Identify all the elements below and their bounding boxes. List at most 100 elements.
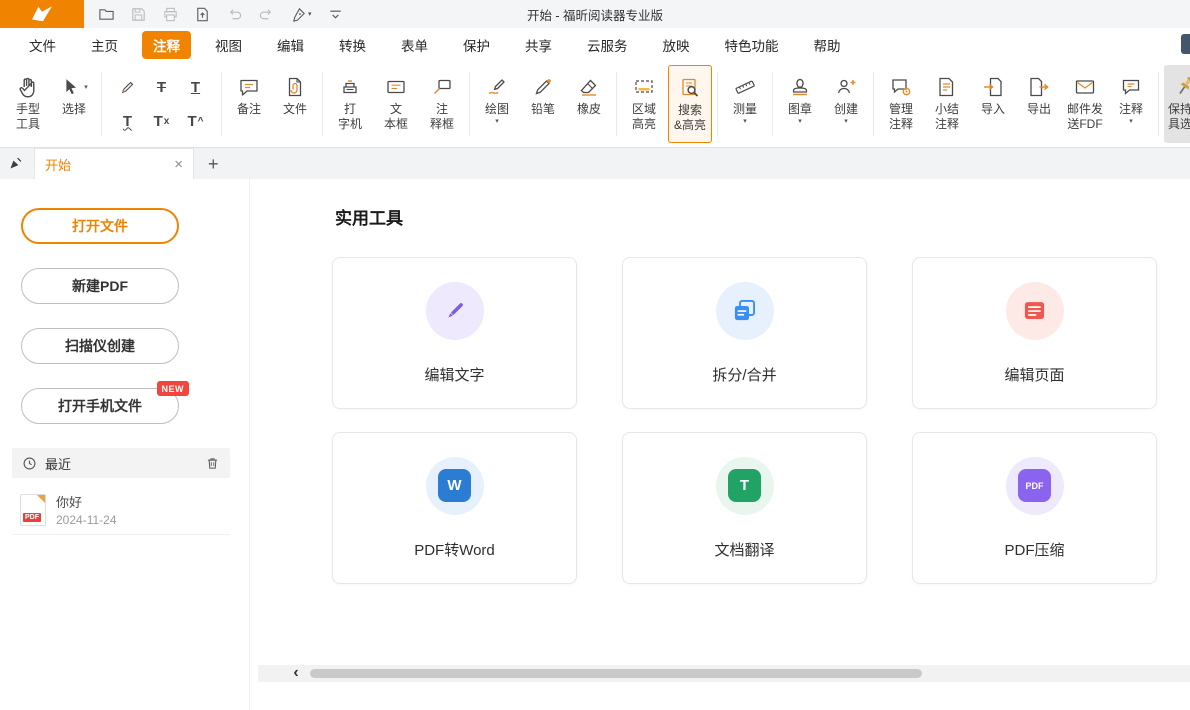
note-button[interactable]: 备注 <box>227 65 271 143</box>
scrollbar-thumb[interactable] <box>310 669 922 678</box>
recent-file-name: 你好 <box>56 492 117 511</box>
import-comments-button[interactable]: 导入 <box>971 65 1015 143</box>
recent-file-item[interactable]: PDF 你好 2024-11-24 <box>12 485 230 535</box>
highlight-tool-icon[interactable] <box>112 72 143 103</box>
hand-tool-button[interactable]: 手型 工具 <box>6 65 50 143</box>
caret-down-icon: ▾ <box>798 117 802 126</box>
typewriter-button[interactable]: 打 字机 <box>328 65 372 143</box>
text-markup-tools: T T T Tx T^ <box>112 72 211 137</box>
word-icon: W <box>426 457 484 515</box>
edit-text-pencil-icon <box>426 282 484 340</box>
select-tool-button[interactable]: ▾ 选择 <box>52 65 96 143</box>
card-edit-text[interactable]: 编辑文字 <box>332 257 577 409</box>
menu-tab-view[interactable]: 视图 <box>204 31 253 59</box>
textbox-button[interactable]: 文 本框 <box>374 65 418 143</box>
section-title: 实用工具 <box>335 204 403 229</box>
strikeout-tool-icon[interactable]: T <box>146 72 177 103</box>
export-comments-button[interactable]: 导出 <box>1017 65 1061 143</box>
menu-tab-help[interactable]: 帮助 <box>803 31 852 59</box>
new-badge: NEW <box>157 381 190 396</box>
create-person-icon <box>834 72 858 102</box>
measure-button[interactable]: 测量 ▾ <box>723 65 767 143</box>
email-fdf-button[interactable]: 邮件发 送FDF <box>1063 65 1107 143</box>
menu-tab-cloud[interactable]: 云服务 <box>576 31 639 59</box>
drawing-button[interactable]: 绘图 ▾ <box>475 65 519 143</box>
search-highlight-button[interactable]: 搜索 &高亮 <box>668 65 712 143</box>
menu-tab-features[interactable]: 特色功能 <box>714 31 790 59</box>
drawing-icon <box>485 72 509 102</box>
keep-tool-selected-button[interactable]: 保持工 具选择 <box>1164 65 1190 143</box>
foxit-logo[interactable] <box>0 0 84 28</box>
save-icon[interactable] <box>130 6 147 23</box>
trash-icon[interactable] <box>205 456 220 471</box>
menu-tab-file[interactable]: 文件 <box>18 31 67 59</box>
open-file-button[interactable]: 打开文件 <box>21 208 179 244</box>
close-tab-icon[interactable]: × <box>174 157 183 172</box>
card-split-merge[interactable]: 拆分/合并 <box>622 257 867 409</box>
new-tab-button[interactable]: + <box>208 155 219 173</box>
tab-start[interactable]: 开始 × <box>34 148 194 179</box>
menu-tab-edit[interactable]: 编辑 <box>266 31 315 59</box>
menu-tab-home[interactable]: 主页 <box>80 31 129 59</box>
ribbon-separator <box>101 72 102 136</box>
main-content: 实用工具 编辑文字 拆分/合并 编辑页面 <box>250 179 1190 710</box>
menu-tab-convert[interactable]: 转换 <box>328 31 377 59</box>
open-folder-icon[interactable] <box>98 6 115 23</box>
menu-tab-comment[interactable]: 注释 <box>142 31 191 59</box>
undo-icon[interactable] <box>226 6 243 23</box>
card-compress[interactable]: PDF PDF压缩 <box>912 432 1157 584</box>
eraser-button[interactable]: 橡皮 <box>567 65 611 143</box>
callout-button[interactable]: 注 释框 <box>420 65 464 143</box>
app-window: 开始 - 福昕阅读器专业版 ▾ <box>0 0 1190 710</box>
pencil-button[interactable]: 铅笔 <box>521 65 565 143</box>
ribbon-separator <box>322 72 323 136</box>
compress-pdf-icon: PDF <box>1006 457 1064 515</box>
split-merge-icon <box>716 282 774 340</box>
card-translate[interactable]: T 文档翻译 <box>622 432 867 584</box>
squiggly-tool-icon[interactable]: T <box>112 106 143 137</box>
card-pdf-to-word[interactable]: W PDF转Word <box>332 432 577 584</box>
file-attachment-button[interactable]: 文件 <box>273 65 317 143</box>
pdf-tag: PDF <box>23 513 41 522</box>
caret-down-icon: ▾ <box>495 117 499 126</box>
menu-tab-protect[interactable]: 保护 <box>452 31 501 59</box>
create-stamp-button[interactable]: 创建 ▾ <box>824 65 868 143</box>
underline-tool-icon[interactable]: T <box>180 72 211 103</box>
comments-bubble-icon <box>1119 72 1143 102</box>
pen-nib-icon[interactable] <box>0 148 30 179</box>
open-mobile-file-button[interactable]: 打开手机文件 NEW <box>21 388 179 424</box>
replace-text-tool-icon[interactable]: Tx <box>146 106 177 137</box>
eraser-icon <box>577 72 601 102</box>
quick-access-toolbar: ▾ <box>98 6 344 23</box>
menu-tab-play[interactable]: 放映 <box>652 31 701 59</box>
caret-down-icon: ▾ <box>844 117 848 126</box>
envelope-icon <box>1073 72 1097 102</box>
menu-tab-form[interactable]: 表单 <box>390 31 439 59</box>
caret-down-icon: ▾ <box>308 10 312 18</box>
pencil-icon <box>531 72 555 102</box>
redo-icon[interactable] <box>258 6 275 23</box>
summarize-comments-button[interactable]: 小结 注释 <box>925 65 969 143</box>
partial-window-icon[interactable] <box>1181 34 1190 54</box>
export-page-icon[interactable] <box>194 6 211 23</box>
scroll-left-icon[interactable]: ‹ <box>286 665 306 681</box>
stamp-button[interactable]: 图章 ▾ <box>778 65 822 143</box>
scanner-create-button[interactable]: 扫描仪创建 <box>21 328 179 364</box>
area-highlight-button[interactable]: 区域 高亮 <box>622 65 666 143</box>
card-edit-pages[interactable]: 编辑页面 <box>912 257 1157 409</box>
clock-icon <box>22 456 37 471</box>
manage-comments-button[interactable]: 管理 注释 <box>879 65 923 143</box>
horizontal-scrollbar[interactable]: ‹ <box>258 665 1190 682</box>
insert-text-tool-icon[interactable]: T^ <box>180 106 211 137</box>
ink-sign-icon[interactable]: ▾ <box>290 6 312 23</box>
menu-tab-share[interactable]: 共享 <box>514 31 563 59</box>
menubar: 文件 主页 注释 视图 编辑 转换 表单 保护 共享 云服务 放映 特色功能 帮… <box>0 28 1190 61</box>
new-pdf-button[interactable]: 新建PDF <box>21 268 179 304</box>
caret-down-icon: ▾ <box>1129 117 1133 126</box>
translate-icon: T <box>716 457 774 515</box>
print-icon[interactable] <box>162 6 179 23</box>
customize-toolbar-icon[interactable] <box>327 6 344 23</box>
ribbon-separator <box>616 72 617 136</box>
comments-settings-button[interactable]: 注释 ▾ <box>1109 65 1153 143</box>
ribbon-separator <box>221 72 222 136</box>
